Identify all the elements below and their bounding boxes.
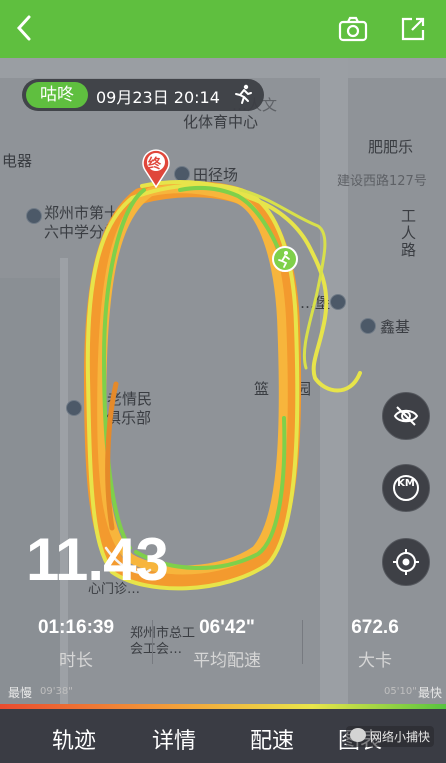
camera-icon[interactable] (338, 16, 368, 46)
running-icon (232, 83, 254, 109)
calories-label: 大卡 (358, 651, 392, 671)
start-runner-icon (272, 246, 298, 272)
map-view[interactable]: …人文 化体育中心 电器 田径场 肥肥乐 建设西路127号 郑州市第十 六中学分… (0, 58, 446, 706)
wechat-icon (350, 728, 366, 742)
km-marker-button[interactable]: KM (382, 464, 430, 512)
tab-track[interactable]: 轨迹 (52, 723, 96, 755)
top-bar (0, 0, 446, 58)
calories-value: 672.6 (351, 617, 399, 638)
avg-pace-label: 平均配速 (193, 651, 261, 671)
avg-pace-value: 06'42" (199, 617, 255, 638)
locate-button[interactable] (382, 538, 430, 586)
running-track (84, 180, 362, 591)
watermark-text: 网络小捕快 (370, 730, 431, 744)
tab-details[interactable]: 详情 (152, 723, 196, 755)
pace-fastest-value: 05'10" (384, 686, 417, 697)
eye-off-icon (393, 406, 419, 426)
pace-slowest-value: 09'38" (40, 686, 73, 697)
pace-legend: 最慢 09'38" 05'10" 最快 (0, 680, 446, 706)
activity-datetime: 09月23日 20:14 (96, 88, 220, 107)
tab-pace[interactable]: 配速 (250, 723, 294, 755)
total-distance: 11.43 (26, 526, 169, 593)
hide-track-button[interactable] (382, 392, 430, 440)
watermark: 网络小捕快 (346, 726, 435, 747)
duration-value: 01:16:39 (37, 617, 115, 638)
end-marker-label: 终 (148, 157, 162, 172)
km-label: KM (397, 478, 415, 489)
pace-fastest-label: 最快 (418, 686, 443, 700)
share-icon[interactable] (400, 16, 426, 46)
stat-divider (152, 620, 153, 664)
brand-badge: 咕咚 (26, 82, 88, 108)
pace-slowest-label: 最慢 (8, 686, 33, 700)
locate-icon (393, 549, 419, 575)
chevron-left-icon[interactable] (14, 14, 34, 46)
duration-label: 时长 (59, 651, 93, 671)
stat-divider (302, 620, 303, 664)
